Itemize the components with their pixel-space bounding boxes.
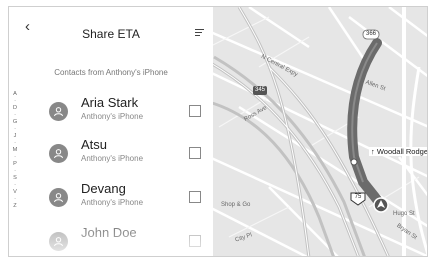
highway-shield-366: 366 bbox=[365, 31, 376, 37]
index-dot: · bbox=[14, 182, 16, 188]
highway-shield-345: 345 bbox=[254, 87, 265, 93]
index-letter[interactable]: P bbox=[12, 161, 18, 168]
contact-row-aria-stark[interactable]: Aria Stark Anthony's iPhone bbox=[49, 95, 213, 129]
highway-shield-75: 75 bbox=[354, 194, 362, 200]
person-icon bbox=[54, 107, 63, 117]
index-dot: · bbox=[14, 196, 16, 202]
contact-checkbox[interactable] bbox=[189, 191, 201, 203]
contact-checkbox[interactable] bbox=[189, 147, 201, 159]
index-dot: · bbox=[14, 140, 16, 146]
avatar bbox=[49, 102, 68, 121]
person-icon bbox=[54, 193, 63, 203]
display-frame: 366 345 75 ↑ Woodall Rodgers Fw N Centra… bbox=[8, 6, 428, 257]
person-icon bbox=[54, 149, 63, 159]
index-dot: · bbox=[14, 112, 16, 118]
panel-header: ‹ Share ETA bbox=[9, 7, 213, 47]
contact-row-atsu[interactable]: Atsu Anthony's iPhone bbox=[49, 137, 213, 171]
index-dot: · bbox=[14, 98, 16, 104]
index-letter[interactable]: D bbox=[12, 105, 18, 112]
contact-device: Anthony's iPhone bbox=[81, 198, 144, 207]
map-label-hugo: Hugo St bbox=[393, 211, 415, 217]
contact-device: Anthony's iPhone bbox=[81, 112, 144, 121]
contact-name: Aria Stark bbox=[81, 95, 139, 110]
map-label-shop: Shop & Go bbox=[221, 202, 251, 208]
page-title: Share ETA bbox=[82, 27, 140, 41]
contact-row-devang[interactable]: Devang Anthony's iPhone bbox=[49, 181, 213, 215]
index-letter[interactable]: A bbox=[12, 91, 18, 98]
contact-device: Anthony's iPhone bbox=[81, 154, 144, 163]
contact-checkbox[interactable] bbox=[189, 105, 201, 117]
index-dot: · bbox=[14, 154, 16, 160]
index-letter[interactable]: V bbox=[12, 189, 18, 196]
contacts-source-label: Contacts from Anthony's iPhone bbox=[54, 68, 168, 77]
avatar bbox=[49, 144, 68, 163]
sort-menu-button[interactable] bbox=[195, 29, 204, 37]
sort-menu-icon bbox=[195, 29, 204, 30]
index-letter[interactable]: G bbox=[12, 119, 18, 126]
index-letter[interactable]: J bbox=[12, 133, 18, 140]
contact-name: Devang bbox=[81, 181, 126, 196]
share-eta-panel: ‹ Share ETA Contacts from Anthony's iPho… bbox=[9, 7, 213, 256]
index-letter[interactable]: Z bbox=[12, 203, 18, 210]
index-letter[interactable]: M bbox=[12, 147, 18, 154]
index-dot: · bbox=[14, 126, 16, 132]
index-dot: · bbox=[14, 168, 16, 174]
screen: 366 345 75 ↑ Woodall Rodgers Fw N Centra… bbox=[0, 0, 435, 263]
route-street-label: ↑ Woodall Rodgers Fw bbox=[369, 147, 428, 156]
route-street-name: Woodall Rodgers Fw bbox=[376, 147, 428, 156]
contact-name: Atsu bbox=[81, 137, 108, 152]
avatar bbox=[49, 188, 68, 207]
index-letter[interactable]: S bbox=[12, 175, 18, 182]
list-fade-overlay bbox=[9, 229, 213, 256]
